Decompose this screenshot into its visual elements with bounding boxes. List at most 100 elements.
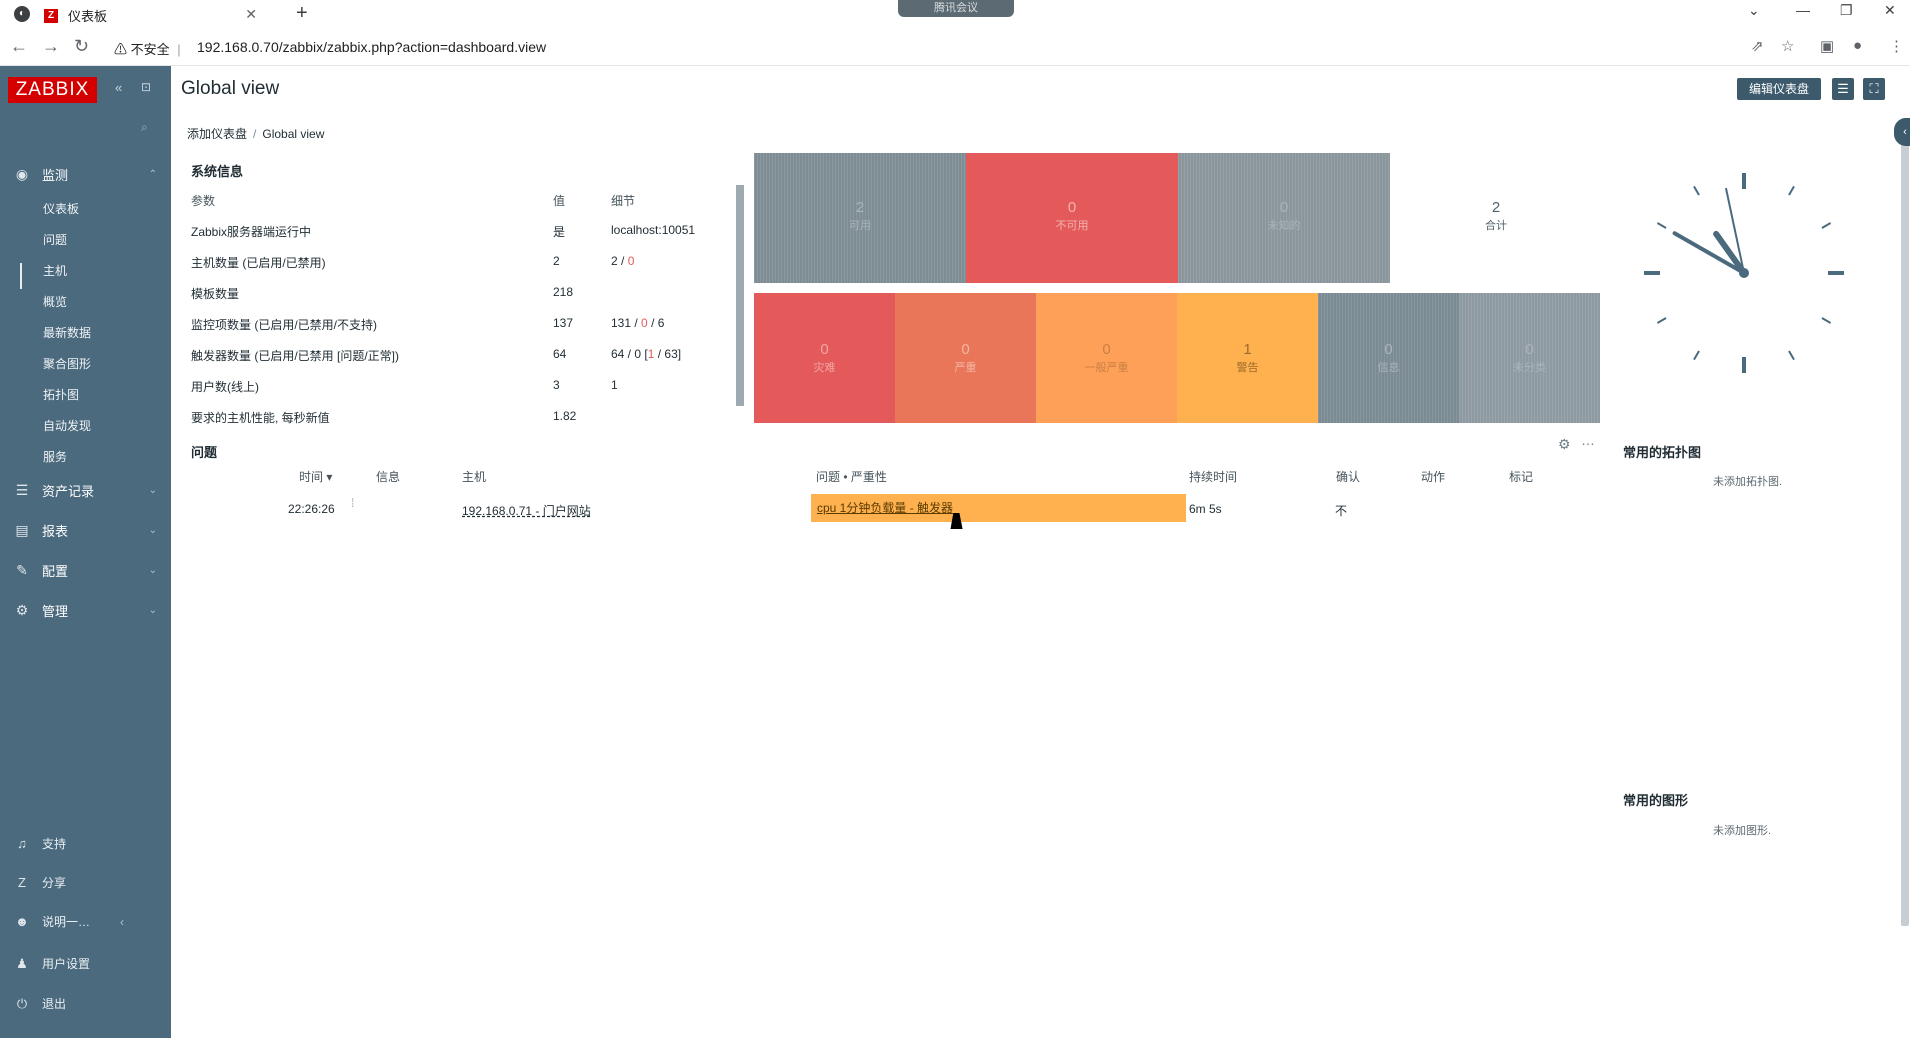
count: 2	[855, 199, 865, 216]
menu-monitoring[interactable]: ◉ 监测 ⌃	[0, 159, 171, 189]
param: Zabbix服务器端运行中	[191, 225, 312, 239]
widget-settings-icon[interactable]: ⚙	[1558, 436, 1571, 453]
severity-disaster-tile[interactable]: 0 灾难	[754, 293, 895, 423]
menu-inventory[interactable]: ☰ 资产记录 ⌄	[0, 475, 171, 505]
restore-icon[interactable]: ❐	[1840, 2, 1853, 19]
severity-not-classified-tile[interactable]: 0 未分类	[1459, 293, 1600, 423]
submenu-screens[interactable]: 聚合图形	[43, 355, 91, 372]
host-link[interactable]: 192.168.0.71 - 门户网站	[462, 504, 591, 518]
share-page-icon[interactable]: ⇗	[1751, 37, 1764, 55]
system-info-title: 系统信息	[191, 164, 244, 179]
submenu-overview[interactable]: 概览	[43, 293, 67, 310]
problem-severity-cell[interactable]: cpu 1分钟负载量 - 触发器	[811, 494, 1186, 522]
col-time[interactable]: 时间 ▾	[299, 468, 332, 485]
breadcrumb-separator: /	[253, 127, 257, 141]
footer-share[interactable]: Z 分享	[12, 874, 66, 891]
hide-sidebar-icon[interactable]: ⊡	[141, 80, 151, 94]
favorite-maps-empty: 未添加拓扑图.	[1713, 476, 1783, 488]
clock-tick	[1788, 185, 1795, 196]
host-available-tile[interactable]: 2 可用	[754, 153, 966, 283]
host-unavailable-tile[interactable]: 0 不可用	[966, 153, 1178, 283]
value: 2	[553, 254, 560, 268]
collapse-panel-icon[interactable]: ‹	[1894, 118, 1910, 146]
more-menu-icon[interactable]: ⋮	[1889, 37, 1904, 55]
footer-support[interactable]: ♫ 支持	[12, 835, 66, 852]
dashboard-list-icon[interactable]: ☰	[1832, 78, 1854, 100]
host-unknown-tile[interactable]: 0 未知的	[1178, 153, 1390, 283]
widget-more-icon[interactable]: …	[1581, 432, 1595, 448]
submenu-problems[interactable]: 问题	[43, 231, 67, 248]
clock-widget	[1644, 173, 1844, 373]
submenu-latest-data[interactable]: 最新数据	[43, 324, 91, 341]
menu-reports[interactable]: ▤ 报表 ⌄	[0, 515, 171, 545]
favorite-graphs-title: 常用的图形	[1623, 793, 1689, 808]
menu-configuration[interactable]: ✎ 配置 ⌄	[0, 555, 171, 585]
minimize-icon[interactable]: —	[1796, 2, 1810, 18]
edit-dashboard-button[interactable]: 编辑仪表盘	[1737, 78, 1821, 100]
footer-label: 支持	[42, 837, 67, 851]
new-tab-icon[interactable]: +	[296, 2, 308, 25]
footer-user-settings[interactable]: ♟ 用户设置	[12, 955, 90, 972]
col-label: 时间	[299, 470, 324, 484]
host-total-tile: 2 合计	[1390, 153, 1602, 283]
problem-host[interactable]: 192.168.0.71 - 门户网站	[462, 502, 591, 519]
count: 1	[1243, 341, 1252, 358]
search-icon[interactable]: ⌕	[141, 120, 148, 135]
chevron-down-icon: ⌄	[148, 524, 157, 536]
close-window-icon[interactable]: ✕	[1884, 2, 1896, 19]
submenu-hosts[interactable]: 主机	[43, 262, 67, 279]
count: 0	[820, 341, 829, 358]
detail: 64 / 0 [1 / 63]	[611, 347, 681, 361]
severity-information-tile[interactable]: 0 信息	[1318, 293, 1459, 423]
value: 64	[553, 347, 567, 361]
forward-icon[interactable]: →	[42, 36, 60, 57]
fullscreen-icon[interactable]: ⛶	[1863, 78, 1885, 100]
meeting-indicator[interactable]: 腾讯会议	[898, 0, 1014, 17]
headset-icon: ♫	[17, 836, 27, 851]
collapse-sidebar-icon[interactable]: «	[115, 80, 122, 95]
url-text[interactable]: 192.168.0.70/zabbix/zabbix.php?action=da…	[197, 39, 546, 55]
submenu-services[interactable]: 服务	[43, 448, 67, 465]
chevron-left-icon: ‹	[120, 914, 125, 929]
menu-administration[interactable]: ⚙ 管理 ⌄	[0, 595, 171, 625]
severity-average-tile[interactable]: 0 一般严重	[1036, 293, 1177, 423]
submenu-maps[interactable]: 拓扑图	[43, 386, 79, 403]
col-duration: 持续时间	[1189, 470, 1238, 484]
problem-duration: 6m 5s	[1189, 502, 1222, 516]
value: 1.82	[553, 409, 577, 423]
detail: 131 / 0 / 6	[611, 316, 665, 330]
clock-center	[1739, 268, 1749, 278]
browser-tab[interactable]: Z 仪表板 ✕	[44, 3, 269, 28]
side-panel-icon[interactable]: ▣	[1820, 37, 1834, 55]
problem-ack[interactable]: 不	[1335, 502, 1347, 519]
page-scrollbar[interactable]	[1901, 118, 1909, 926]
main-content: Global view 编辑仪表盘 ☰ ⛶ 添加仪表盘 / Global view …	[171, 66, 1910, 1038]
tab-search-icon[interactable]: ⌄	[1748, 2, 1760, 19]
zabbix-logo[interactable]: ZABBIX	[8, 77, 97, 103]
footer-signout[interactable]: ⏻ 退出	[12, 995, 66, 1012]
menu-label: 配置	[42, 563, 69, 579]
breadcrumb-parent[interactable]: 添加仪表盘	[187, 127, 247, 141]
address-bar[interactable]: ⚠ 不安全 |	[114, 39, 181, 58]
footer-label: 用户设置	[42, 957, 91, 971]
widget-scrollbar[interactable]	[736, 185, 744, 406]
severity-warning-tile[interactable]: 1 警告	[1177, 293, 1318, 423]
bookmark-star-icon[interactable]: ☆	[1781, 37, 1794, 55]
browser-menu-icon[interactable]: ◐	[14, 6, 30, 22]
problem-name[interactable]: cpu 1分钟负载量 - 触发器	[817, 501, 953, 515]
footer-label: 分享	[42, 876, 67, 890]
zabbix-favicon-icon: Z	[44, 8, 58, 23]
detail-enabled: 131	[611, 316, 632, 330]
col-actions: 动作	[1421, 470, 1446, 484]
footer-help[interactable]: ☻ 说明一… ‹	[12, 913, 124, 930]
severity-high-tile[interactable]: 0 严重	[895, 293, 1036, 423]
close-tab-icon[interactable]: ✕	[245, 6, 257, 23]
clock-tick	[1656, 222, 1667, 229]
back-icon[interactable]: ←	[10, 36, 28, 57]
profile-icon[interactable]: ●	[1853, 37, 1862, 54]
submenu-dashboard[interactable]: 仪表板	[43, 200, 79, 217]
sidebar: ZABBIX « ⊡ ⌕ ◉ 监测 ⌃ 仪表板 问题 主机 概览 最新数据 聚合…	[0, 66, 171, 1038]
help-icon: ☻	[15, 914, 29, 929]
reload-icon[interactable]: ↻	[74, 36, 89, 57]
submenu-discovery[interactable]: 自动发现	[43, 417, 91, 434]
